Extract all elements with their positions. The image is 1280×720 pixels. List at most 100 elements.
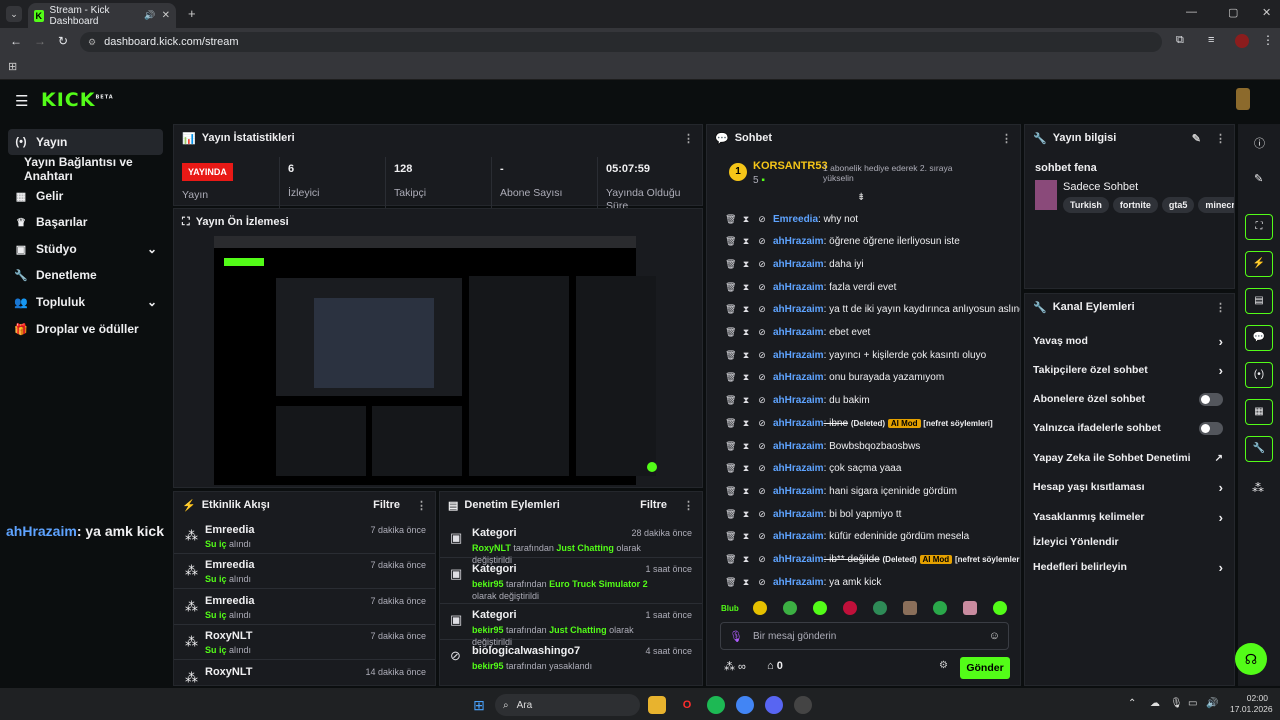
timeout-icon[interactable]: ⧗ <box>741 441 751 452</box>
list-item[interactable]: ⁂ RoxyNLT Su iç alındı 7 dakika önce <box>174 625 435 660</box>
chat-message[interactable]: 🗑 ⧗ ⊘ ahHrazaim: yayıncı + kişilerde çok ka… <box>725 346 986 364</box>
emote-6-icon[interactable] <box>903 601 917 615</box>
kebab-icon[interactable]: ⋮ <box>1001 132 1012 145</box>
emoji-icon[interactable]: ☺ <box>989 630 1000 642</box>
delete-icon[interactable]: 🗑 <box>725 282 736 293</box>
chat-message[interactable]: 🗑 ⧗ ⊘ ahHrazaim: bi bol yapmiyo tt <box>725 505 901 523</box>
action-subs-only[interactable]: Abonelere özel sohbet <box>1033 389 1223 409</box>
emote-7-icon[interactable] <box>933 601 947 615</box>
list-item[interactable]: ⁂ Emreedia Su iç alındı 7 dakika önce <box>174 590 435 625</box>
chat-username[interactable]: ahHrazaim <box>773 282 824 293</box>
action-followers-only[interactable]: Takipçilere özel sohbet › <box>1033 360 1223 380</box>
delete-icon[interactable]: 🗑 <box>725 395 736 406</box>
emote-5-icon[interactable] <box>873 601 887 615</box>
spotify-icon[interactable] <box>707 696 725 714</box>
new-tab-icon[interactable]: + <box>188 6 196 21</box>
chat-username[interactable]: ahHrazaim <box>773 441 824 452</box>
chat-message[interactable]: 🗑 ⧗ ⊘ ahHrazaim: hani sigara içeninide görd… <box>725 482 957 500</box>
ban-icon[interactable]: ⊘ <box>757 395 767 406</box>
chat-message[interactable]: 🗑 ⧗ ⊘ ahHrazaim: çok saçma yaaa <box>725 460 901 478</box>
taskbar-search[interactable]: ⌕ Ara <box>495 694 640 716</box>
ban-icon[interactable]: ⊘ <box>757 554 767 565</box>
stream-preview-video[interactable] <box>214 236 657 485</box>
chat-username[interactable]: ahHrazaim <box>773 327 824 338</box>
ban-icon[interactable]: ⊘ <box>757 441 767 452</box>
wrench-rail-icon[interactable]: 🔧 <box>1245 436 1273 462</box>
site-info-icon[interactable]: ⚙ <box>88 37 96 48</box>
extensions-icon[interactable]: ⧉ <box>1176 34 1184 47</box>
chat-message[interactable]: 🗑 ⧗ ⊘ ahHrazaim: Bowbsbqozbaosbws <box>725 437 920 455</box>
action-ai-moderation[interactable]: Yapay Zeka ile Sohbet Denetimi ↗ <box>1033 448 1223 468</box>
kebab-icon[interactable]: ⋮ <box>683 132 694 145</box>
minimize-icon[interactable]: — <box>1186 6 1197 18</box>
chat-message[interactable]: 🗑 ⧗ ⊘ ahHrazaim: öğrene öğrene ilerliyosun … <box>725 233 960 251</box>
ban-icon[interactable]: ⊘ <box>757 304 767 315</box>
kick-logo[interactable]: KICKBETA <box>41 89 114 111</box>
chat-username[interactable]: Emreedia <box>773 214 818 225</box>
delete-icon[interactable]: 🗑 <box>725 327 736 338</box>
timeout-icon[interactable]: ⧗ <box>741 486 751 497</box>
ban-icon[interactable]: ⊘ <box>757 282 767 293</box>
info-icon[interactable]: ⓘ <box>1254 135 1265 151</box>
dots-rail-icon[interactable]: ⁂ <box>1252 481 1264 495</box>
sidebar-item-stream-key[interactable]: Yayın Bağlantısı ve Anahtarı <box>8 155 168 183</box>
chat-username[interactable]: ahHrazaim <box>773 372 824 383</box>
tray-chevron-icon[interactable]: ⌃ <box>1128 698 1136 709</box>
action-raid[interactable]: İzleyici Yönlendir <box>1033 532 1223 552</box>
timeout-icon[interactable]: ⧗ <box>741 236 751 247</box>
profile-avatar[interactable] <box>1235 34 1249 48</box>
bolt-rail-icon[interactable]: ⚡ <box>1245 251 1273 277</box>
timeout-icon[interactable]: ⧗ <box>741 531 751 542</box>
mic-icon[interactable]: 🎙 <box>729 630 743 643</box>
chat-message[interactable]: 🗑 ⧗ ⊘ ahHrazaim: ibne (Deleted) AI Mod [nef… <box>725 414 993 432</box>
delete-icon[interactable]: 🗑 <box>725 531 736 542</box>
timeout-icon[interactable]: ⧗ <box>741 327 751 338</box>
windows-start-icon[interactable]: ⊞ <box>470 696 488 714</box>
delete-icon[interactable]: 🗑 <box>725 304 736 315</box>
timeout-icon[interactable]: ⧗ <box>741 214 751 225</box>
chat-message[interactable]: 🗑 ⧗ ⊘ ahHrazaim: fazla verdi evet <box>725 278 896 296</box>
delete-icon[interactable]: 🗑 <box>725 259 736 270</box>
reload-icon[interactable]: ↻ <box>58 34 68 48</box>
emote-4-icon[interactable] <box>843 601 857 615</box>
settings-gear-icon[interactable]: ⚙ <box>939 660 948 671</box>
file-explorer-icon[interactable] <box>648 696 666 714</box>
delete-icon[interactable]: 🗑 <box>725 350 736 361</box>
action-account-age[interactable]: Hesap yaşı kısıtlaması › <box>1033 477 1223 497</box>
delete-icon[interactable]: 🗑 <box>725 372 736 383</box>
list-item[interactable]: ▣ Kategori RoxyNLT tarafından Just Chattin… <box>440 522 702 565</box>
timeout-icon[interactable]: ⧗ <box>741 259 751 270</box>
chat-message[interactable]: 🗑 ⧗ ⊘ ahHrazaim: onu burayada yazamıyom <box>725 369 944 387</box>
chat-username[interactable]: ahHrazaim <box>773 463 824 474</box>
chat-username[interactable]: ahHrazaim <box>773 395 824 406</box>
chat-message[interactable]: 🗑 ⧗ ⊘ ahHrazaim: ebet evet <box>725 324 870 342</box>
timeout-icon[interactable]: ⧗ <box>741 418 751 429</box>
list-item[interactable]: ⁂ Emreedia Su iç alındı 7 dakika önce <box>174 519 435 554</box>
chat-username[interactable]: ahHrazaim <box>773 509 824 520</box>
ban-icon[interactable]: ⊘ <box>757 531 767 542</box>
sidebar-item-studyo[interactable]: ▣ Stüdyo ⌄ <box>8 236 163 262</box>
emote-9-icon[interactable] <box>993 601 1007 615</box>
back-icon[interactable]: ← <box>10 34 22 48</box>
sidebar-item-droplar[interactable]: 🎁 Droplar ve ödüller <box>8 316 163 342</box>
delete-icon[interactable]: 🗑 <box>725 577 736 588</box>
ban-icon[interactable]: ⊘ <box>757 236 767 247</box>
media-icon[interactable]: ≡ <box>1208 34 1214 46</box>
infinity-icon[interactable]: ⁂ ∞ <box>724 660 746 673</box>
delete-icon[interactable]: 🗑 <box>725 554 736 565</box>
discord-icon[interactable] <box>765 696 783 714</box>
chat-username[interactable]: ahHrazaim <box>773 304 824 315</box>
delete-icon[interactable]: 🗑 <box>725 463 736 474</box>
ban-icon[interactable]: ⊘ <box>757 463 767 474</box>
chat-username[interactable]: ahHrazaim <box>773 554 824 565</box>
delete-icon[interactable]: 🗑 <box>725 214 736 225</box>
ban-icon[interactable]: ⊘ <box>757 350 767 361</box>
chat-message[interactable]: 🗑 ⧗ ⊘ ahHrazaim: du bakim <box>725 392 870 410</box>
filter-button[interactable]: Filtre <box>640 499 667 511</box>
chat-rail-icon[interactable]: 💬 <box>1245 325 1273 351</box>
forward-icon[interactable]: → <box>34 34 46 48</box>
sidebar-item-basarilar[interactable]: ♛ Başarılar <box>8 209 163 235</box>
delete-icon[interactable]: 🗑 <box>725 418 736 429</box>
cloud-icon[interactable]: ☁ <box>1150 698 1160 709</box>
url-input[interactable]: ⚙ dashboard.kick.com/stream <box>80 32 1162 52</box>
